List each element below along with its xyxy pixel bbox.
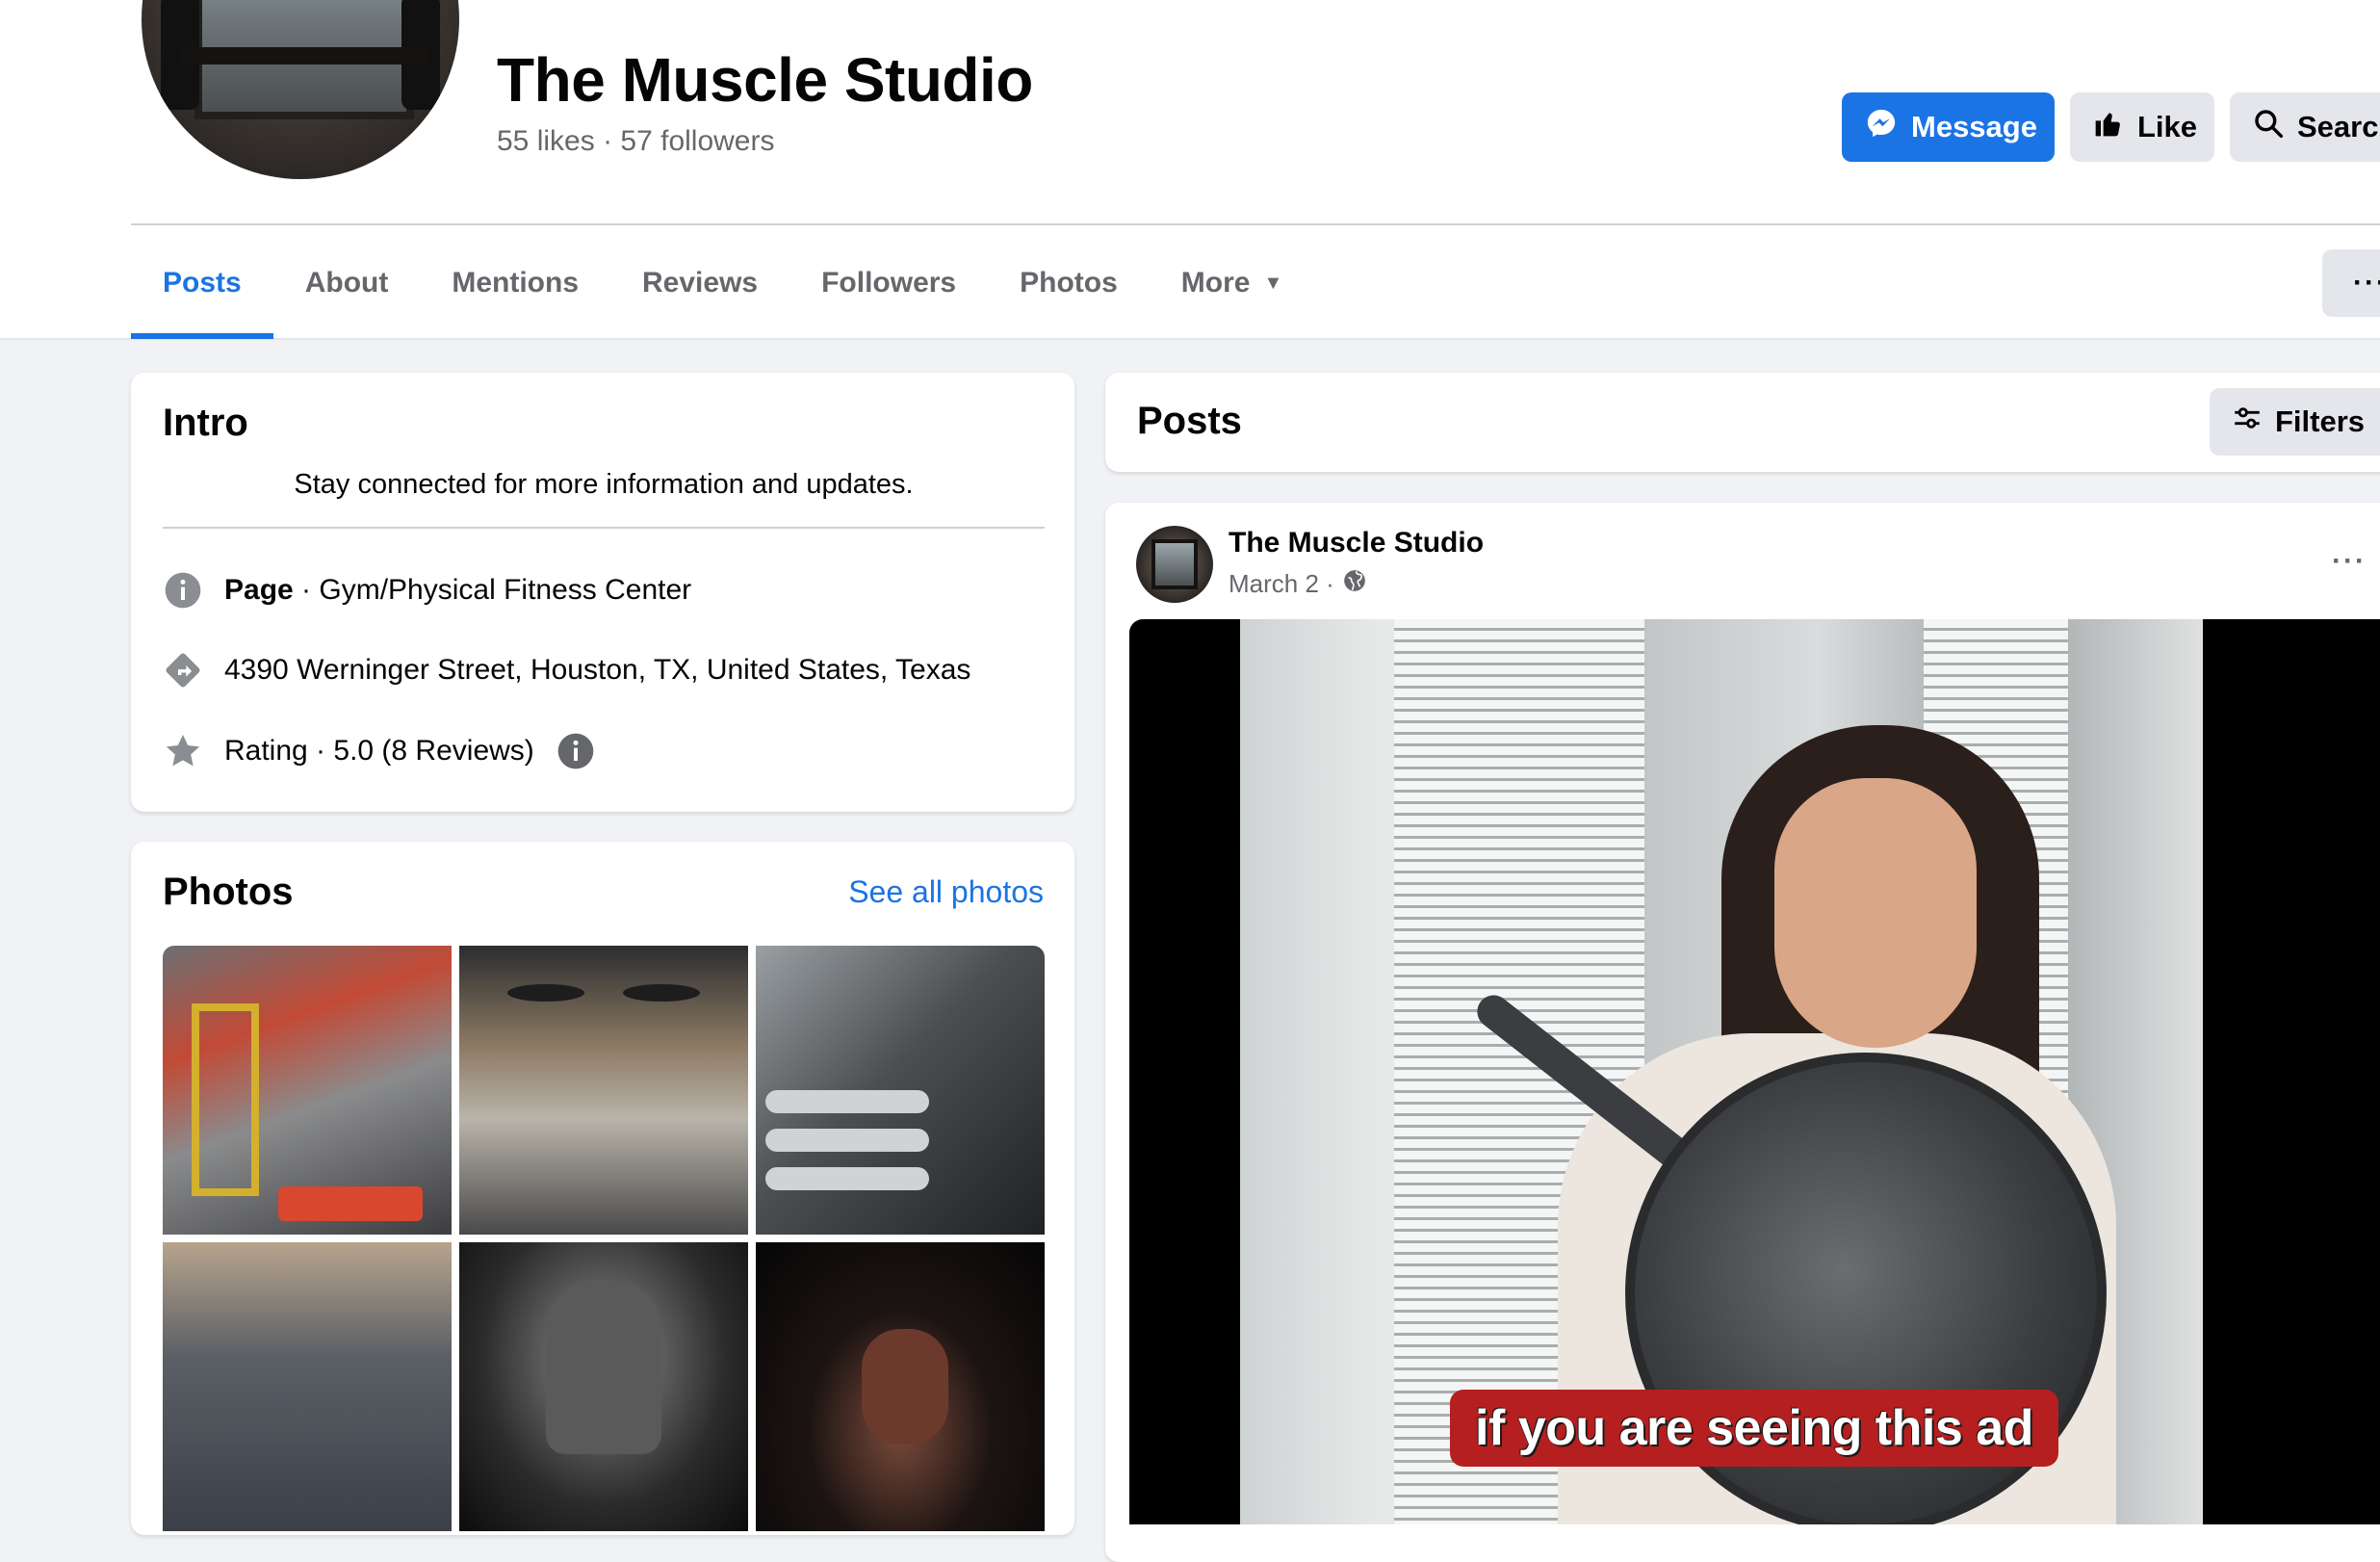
address-text[interactable]: 4390 Werninger Street, Houston, TX, Unit… (224, 654, 970, 687)
tab-more[interactable]: More ▼ (1150, 227, 1314, 339)
photo-thumbnail[interactable] (163, 946, 452, 1235)
photo-dumbbell-shape (765, 1167, 929, 1190)
tab-more-label: More (1180, 267, 1251, 299)
globe-icon (1342, 568, 1367, 600)
directions-icon (163, 650, 203, 690)
post-date[interactable]: March 2 · (1229, 569, 1334, 599)
photos-card: Photos See all photos (131, 842, 1074, 1535)
info-icon (163, 570, 203, 611)
intro-title: Intro (163, 402, 248, 444)
photo-lamp-shape (507, 984, 584, 1002)
like-button-label: Like (2137, 110, 2198, 143)
video-person-face (1774, 778, 1977, 1048)
message-button[interactable]: Message (1842, 92, 2055, 162)
filters-button[interactable]: Filters (2210, 388, 2380, 456)
intro-address-row: 4390 Werninger Street, Houston, TX, Unit… (163, 650, 970, 690)
intro-bio: Stay connected for more information and … (294, 469, 914, 500)
photo-thumbnail[interactable] (459, 946, 748, 1235)
photo-rack-shape (192, 1003, 259, 1196)
posts-header-card: Posts (1105, 373, 2380, 472)
rating-info-icon[interactable] (556, 731, 596, 771)
tab-mentions[interactable]: Mentions (420, 227, 610, 339)
tab-reviews-label: Reviews (642, 267, 759, 299)
post-meta: March 2 · (1229, 568, 1367, 600)
photo-thumbnail[interactable] (163, 1242, 452, 1531)
category-label: Page (224, 574, 294, 606)
stats-separator: · (603, 125, 613, 157)
rating-text: Rating · 5.0 (8 Reviews) (224, 735, 534, 767)
tab-reviews[interactable]: Reviews (610, 227, 789, 339)
video-frame (1240, 619, 2203, 1524)
caret-down-icon: ▼ (1263, 272, 1283, 294)
intro-card: Intro Stay connected for more informatio… (131, 373, 1074, 812)
posts-title: Posts (1137, 400, 1242, 442)
post-author-avatar[interactable] (1136, 526, 1213, 603)
page-stats: 55 likes · 57 followers (497, 125, 774, 158)
photo-thumbnail[interactable] (756, 1242, 1045, 1531)
like-button[interactable]: Like (2070, 92, 2214, 162)
post-video[interactable] (1129, 619, 2380, 1524)
likes-count[interactable]: 55 likes (497, 125, 595, 157)
search-button[interactable]: Search (2230, 92, 2380, 162)
tab-photos[interactable]: Photos (988, 227, 1150, 339)
tab-photos-label: Photos (1020, 267, 1118, 299)
filters-label: Filters (2275, 404, 2366, 438)
video-caption: if you are seeing this ad (1450, 1390, 2058, 1467)
photo-athlete-shape (862, 1329, 948, 1445)
photo-athlete-shape (546, 1281, 661, 1454)
messenger-icon (1865, 107, 1898, 147)
page-more-options-button[interactable]: ··· (2322, 249, 2380, 317)
search-icon (2253, 108, 2284, 146)
photo-dumbbell-shape (765, 1090, 929, 1113)
page-tabs: Posts About Mentions Reviews Followers P… (131, 227, 1314, 339)
tab-followers-label: Followers (821, 267, 957, 299)
category-value[interactable]: · Gym/Physical Fitness Center (294, 574, 691, 606)
photo-bench-shape (278, 1186, 423, 1221)
tab-mentions-label: Mentions (452, 267, 580, 299)
more-dots-icon: ··· (2353, 267, 2380, 299)
intro-divider (163, 527, 1045, 529)
followers-count[interactable]: 57 followers (620, 125, 774, 157)
intro-rating-row: Rating · 5.0 (8 Reviews) (163, 731, 596, 771)
header-divider (131, 223, 2380, 225)
photo-thumbnail[interactable] (756, 946, 1045, 1235)
tab-posts-label: Posts (163, 267, 242, 299)
intro-category-row: Page · Gym/Physical Fitness Center (163, 570, 691, 611)
tab-about[interactable]: About (273, 227, 421, 339)
photos-title: Photos (163, 871, 294, 913)
see-all-photos-link[interactable]: See all photos (848, 874, 1044, 910)
post-avatar-window (1151, 539, 1198, 589)
search-button-label: Search (2297, 110, 2380, 143)
photo-thumbnail[interactable] (459, 1242, 748, 1531)
post-options-button[interactable]: ··· (2332, 545, 2367, 578)
post-author-name[interactable]: The Muscle Studio (1229, 527, 1484, 560)
tab-followers[interactable]: Followers (789, 227, 988, 339)
photo-lamp-shape (623, 984, 700, 1002)
page-title: The Muscle Studio (497, 45, 1033, 115)
photo-dumbbell-shape (765, 1129, 929, 1152)
thumbs-up-icon (2093, 108, 2124, 146)
tab-posts[interactable]: Posts (131, 227, 273, 339)
photo-grid (163, 946, 1045, 1531)
star-icon (163, 731, 203, 771)
avatar-barbell (180, 47, 428, 65)
sliders-icon (2231, 402, 2264, 442)
message-button-label: Message (1911, 110, 2037, 143)
tab-about-label: About (304, 267, 389, 299)
